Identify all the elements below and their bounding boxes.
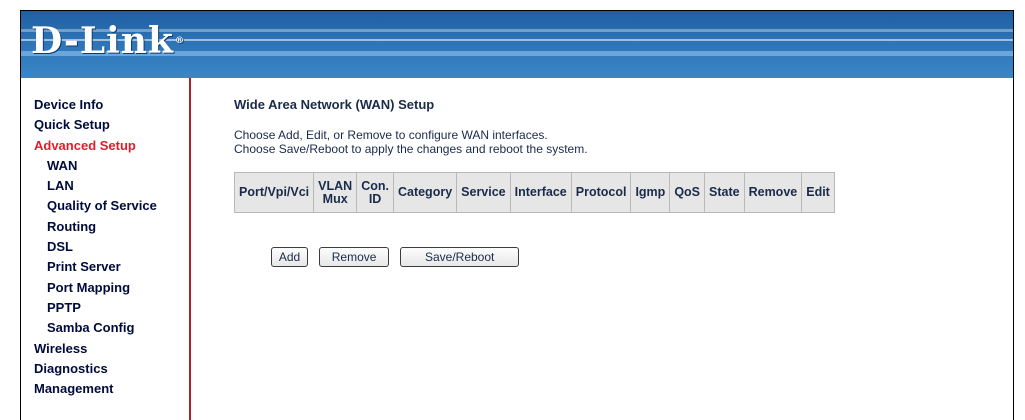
header-banner: D-Link® — [21, 11, 1013, 78]
column-header-text: Con. — [361, 178, 389, 193]
column-header-text: ID — [368, 191, 382, 206]
sidebar-item-management[interactable]: Management — [34, 379, 189, 399]
column-header-category: Category — [392, 172, 458, 213]
trademark-mark: ® — [174, 36, 185, 46]
dlink-logo: D-Link® — [31, 21, 185, 61]
description-line: Choose Add, Edit, or Remove to configure… — [234, 128, 548, 142]
sidebar-item-wireless[interactable]: Wireless — [34, 339, 189, 359]
action-buttons: Add Remove Save/Reboot — [271, 247, 525, 267]
sidebar-item-print-server[interactable]: Print Server — [34, 257, 189, 277]
sidebar-item-lan[interactable]: LAN — [34, 176, 189, 196]
sidebar-item-wan[interactable]: WAN — [34, 156, 189, 176]
column-header-igmp: Igmp — [630, 172, 671, 213]
page-frame: D-Link® Device Info Quick Setup Advanced S… — [20, 10, 1014, 420]
column-header-text: Interface — [514, 185, 567, 199]
column-header-text: Igmp — [635, 185, 666, 199]
main-content: Wide Area Network (WAN) Setup Choose Add… — [233, 97, 994, 213]
remove-button[interactable]: Remove — [319, 247, 390, 267]
sidebar-nav: Device Info Quick Setup Advanced Setup WAN L… — [21, 78, 191, 420]
column-header-text: State — [709, 185, 740, 199]
column-header-remove: Remove — [743, 172, 803, 213]
column-header-text: QoS — [674, 185, 701, 199]
column-header-text: Remove — [748, 185, 798, 199]
logo-text: D-Link — [31, 20, 174, 62]
add-button[interactable]: Add — [271, 247, 308, 267]
column-header-text: Category — [397, 185, 453, 199]
column-header-port-vpi-vci: Port/Vpi/Vci — [233, 172, 315, 213]
sidebar-item-device-info[interactable]: Device Info — [34, 95, 189, 115]
column-header-text: Port/Vpi/Vci — [239, 185, 310, 199]
page-description: Choose Add, Edit, or Remove to configure… — [234, 128, 994, 156]
sidebar-item-advanced-setup[interactable]: Advanced Setup — [34, 136, 189, 156]
nav-list: Device Info Quick Setup Advanced Setup WAN L… — [34, 95, 189, 399]
column-header-text: Edit — [806, 185, 830, 199]
column-header-vlan: VLAN Mux — [313, 172, 358, 213]
sidebar-item-dsl[interactable]: DSL — [34, 237, 189, 257]
sidebar-item-port-mapping[interactable]: Port Mapping — [34, 278, 189, 298]
wan-table-header-row: Port/Vpi/Vci VLAN Mux Con. ID Category Service… — [233, 172, 835, 213]
description-line: Choose Save/Reboot to apply the changes … — [234, 142, 588, 156]
column-header-edit: Edit — [801, 172, 835, 213]
save-reboot-button[interactable]: Save/Reboot — [400, 247, 520, 267]
column-header-qos: QoS — [669, 172, 706, 213]
sidebar-item-pptp[interactable]: PPTP — [34, 298, 189, 318]
column-header-con: Con. ID — [356, 172, 394, 213]
column-header-service: Service — [456, 172, 511, 213]
column-header-state: State — [704, 172, 745, 213]
column-header-text: Protocol — [575, 185, 627, 199]
column-header-interface: Interface — [509, 172, 572, 213]
column-header-text: Service — [461, 185, 506, 199]
column-header-protocol: Protocol — [570, 172, 632, 213]
sidebar-item-routing[interactable]: Routing — [34, 217, 189, 237]
wan-table: Port/Vpi/Vci VLAN Mux Con. ID Category Service… — [233, 172, 835, 213]
page-title: Wide Area Network (WAN) Setup — [234, 97, 435, 112]
sidebar-item-quality-of-service[interactable]: Quality of Service — [34, 196, 189, 216]
sidebar-item-quick-setup[interactable]: Quick Setup — [34, 115, 189, 135]
sidebar-item-diagnostics[interactable]: Diagnostics — [34, 359, 189, 379]
column-header-text: Mux — [322, 191, 348, 206]
column-header-text: VLAN — [318, 178, 353, 193]
sidebar-item-samba-config[interactable]: Samba Config — [34, 318, 189, 338]
